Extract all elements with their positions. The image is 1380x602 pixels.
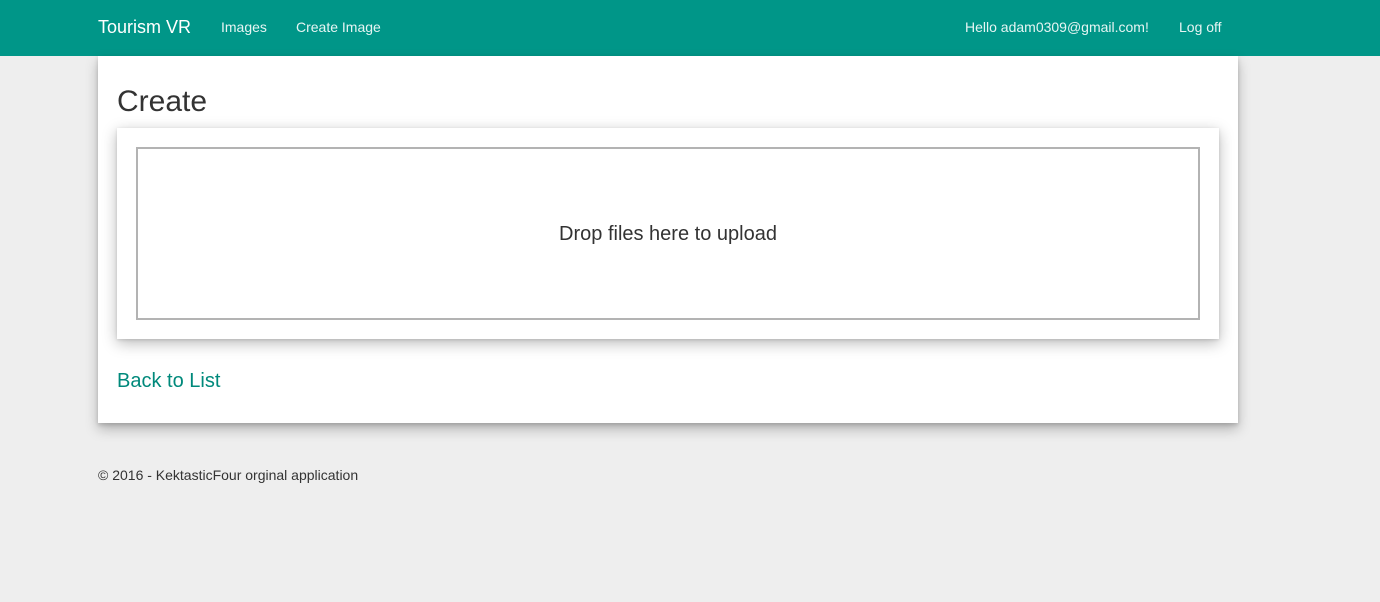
page-title: Create (117, 85, 208, 118)
nav-link-create-image[interactable]: Create Image (296, 18, 381, 36)
footer-text: © 2016 - KektasticFour orginal applicati… (98, 467, 359, 483)
user-greeting-link[interactable]: Hello adam0309@gmail.com! (965, 18, 1149, 36)
file-dropzone[interactable]: Drop files here to upload (136, 147, 1200, 320)
upload-panel: Drop files here to upload (117, 128, 1219, 339)
nav-link-images[interactable]: Images (221, 18, 267, 36)
dropzone-message: Drop files here to upload (559, 223, 777, 245)
brand-link[interactable]: Tourism VR (98, 15, 191, 39)
back-to-list-link[interactable]: Back to List (117, 369, 220, 393)
logoff-link[interactable]: Log off (1179, 18, 1222, 36)
navbar-container: Tourism VR Images Create Image Hello ada… (98, 0, 1238, 56)
navbar: Tourism VR Images Create Image Hello ada… (0, 0, 1380, 56)
main-card: Create Drop files here to upload Back to… (98, 56, 1238, 423)
